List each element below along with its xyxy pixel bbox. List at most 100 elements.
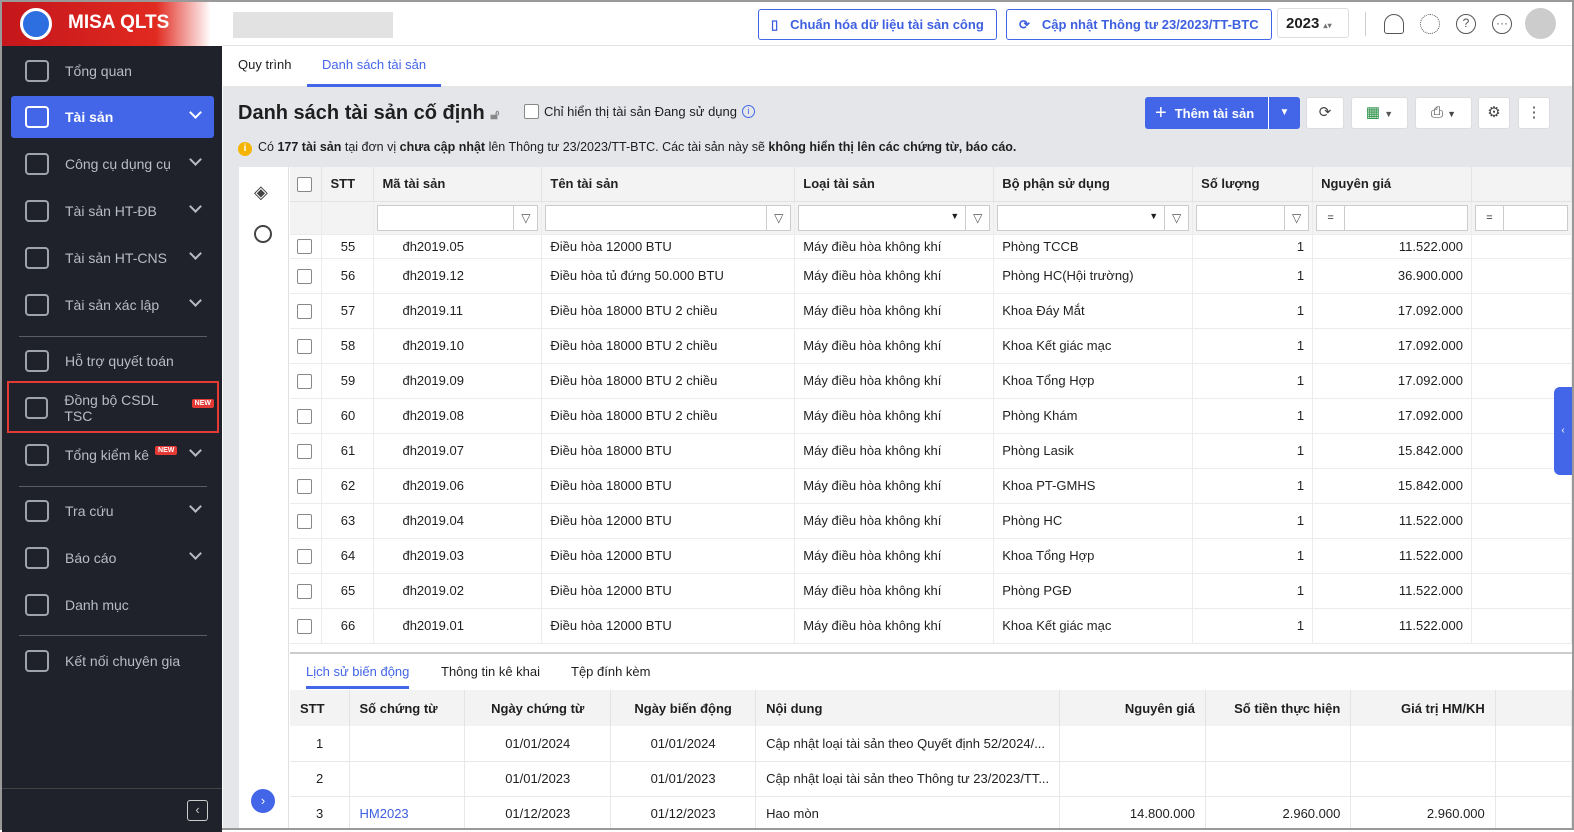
row-checkbox[interactable] — [297, 513, 312, 529]
column-header[interactable]: Tên tài sản — [541, 167, 796, 202]
refresh-button[interactable]: ⟳ — [1306, 97, 1344, 129]
row-select[interactable] — [290, 538, 323, 574]
filter-icon[interactable]: ▽ — [1164, 205, 1188, 230]
detail-column-header[interactable]: Ngày chứng từ — [464, 690, 612, 726]
sidebar-item[interactable]: Báo cáo — [11, 537, 214, 579]
detail-column-header[interactable]: Giá trị HM/KH — [1350, 690, 1496, 726]
row-select[interactable] — [290, 258, 323, 294]
row-checkbox[interactable] — [297, 268, 312, 284]
row-checkbox[interactable] — [297, 239, 312, 255]
table-row[interactable]: 66 đh2019.01 Điều hòa 12000 BTU Máy điều hò… — [290, 608, 1572, 644]
filter-input[interactable]: ▽ — [545, 204, 792, 231]
sidebar-item[interactable]: Tài sản HT-ĐB — [11, 190, 214, 232]
logo[interactable]: MISA QLTS — [2, 2, 222, 46]
sidebar-item[interactable]: Hỗ trợ quyết toán — [11, 340, 214, 382]
table-row[interactable]: 65 đh2019.02 Điều hòa 12000 BTU Máy điều hò… — [290, 573, 1572, 609]
detail-tab[interactable]: Thông tin kê khai — [441, 664, 540, 679]
detail-cell[interactable] — [349, 761, 466, 797]
side-panel-toggle[interactable]: ‹ — [1554, 387, 1572, 475]
sidebar-item[interactable]: Kết nối chuyên gia — [11, 640, 214, 682]
row-checkbox[interactable] — [297, 548, 312, 564]
column-header[interactable]: Số lượng — [1192, 167, 1314, 202]
select-all[interactable] — [290, 167, 323, 202]
only-in-use-checkbox[interactable] — [524, 104, 539, 119]
bell-icon[interactable] — [1384, 14, 1404, 34]
row-checkbox[interactable] — [297, 583, 312, 599]
row-select[interactable] — [290, 608, 323, 644]
filter-input[interactable]: ▼ ▽ — [798, 204, 991, 231]
detail-cell[interactable] — [349, 726, 466, 762]
table-row[interactable]: 64 đh2019.03 Điều hòa 12000 BTU Máy điều hò… — [290, 538, 1572, 574]
tab-asset-list[interactable]: Danh sách tài sản — [307, 47, 442, 87]
table-row[interactable]: 61 đh2019.07 Điều hòa 18000 BTU Máy điều hò… — [290, 433, 1572, 469]
chevron-down-icon[interactable] — [189, 547, 202, 560]
row-select[interactable] — [290, 234, 323, 259]
row-select[interactable] — [290, 328, 323, 364]
chevron-down-icon[interactable] — [189, 106, 202, 119]
row-checkbox[interactable] — [297, 408, 312, 424]
sidebar-item[interactable]: Tổng kiểm kê NEW — [11, 434, 214, 476]
filter-input[interactable]: = — [1316, 204, 1468, 231]
filter-input[interactable]: ▼ ▽ — [997, 204, 1190, 231]
table-row[interactable]: 62 đh2019.06 Điều hòa 18000 BTU Máy điều hò… — [290, 468, 1572, 504]
detail-tab[interactable]: Tệp đính kèm — [571, 664, 651, 679]
expand-button[interactable]: › — [251, 789, 275, 813]
year-select[interactable]: 2023 ▴▾ — [1277, 8, 1349, 38]
row-checkbox[interactable] — [297, 478, 312, 494]
avatar[interactable] — [1525, 8, 1556, 39]
chevron-down-icon[interactable] — [189, 294, 202, 307]
more-options-button[interactable]: ⋮ — [1518, 97, 1550, 129]
help-icon[interactable]: ? — [1456, 14, 1476, 34]
sidebar-item[interactable]: Danh mục — [11, 584, 214, 626]
column-header[interactable]: Bộ phận sử dụng — [993, 167, 1194, 202]
row-checkbox[interactable] — [297, 618, 312, 634]
sidebar-item[interactable]: Tài sản — [11, 96, 214, 138]
table-row[interactable]: 55 đh2019.05 Điều hòa 12000 BTU Máy điều hò… — [290, 234, 1572, 259]
row-select[interactable] — [290, 573, 323, 609]
detail-column-header[interactable]: Số tiền thực hiện — [1205, 690, 1352, 726]
row-checkbox[interactable] — [297, 373, 312, 389]
operator-button[interactable]: = — [1476, 205, 1504, 230]
detail-row[interactable]: 1 01/01/2024 01/01/2024 Cập nhật loại tài s… — [290, 726, 1572, 762]
table-row[interactable]: 63 đh2019.04 Điều hòa 12000 BTU Máy điều hò… — [290, 503, 1572, 539]
chevron-down-icon[interactable] — [189, 444, 202, 457]
row-select[interactable] — [290, 398, 323, 434]
table-row[interactable]: 59 đh2019.09 Điều hòa 18000 BTU 2 chiều Máy… — [290, 363, 1572, 399]
row-select[interactable] — [290, 293, 323, 329]
sidebar-item[interactable]: Tài sản HT-CNS — [11, 237, 214, 279]
column-header[interactable]: Nguyên giá — [1312, 167, 1472, 202]
add-asset-button[interactable]: + Thêm tài sản ▼ — [1145, 97, 1300, 129]
detail-column-header[interactable]: Ngày biến động — [610, 690, 757, 726]
column-header[interactable]: STT — [321, 167, 375, 202]
row-select[interactable] — [290, 363, 323, 399]
filter-icon[interactable]: ▽ — [1284, 205, 1308, 230]
gear-icon[interactable] — [1420, 14, 1440, 34]
tab-process[interactable]: Quy trình — [238, 47, 291, 87]
detail-column-header[interactable]: Nguyên giá — [1059, 690, 1206, 726]
filter-icon[interactable]: ▽ — [965, 205, 989, 230]
filter-input[interactable]: = — [1475, 204, 1568, 231]
search-icon[interactable] — [254, 225, 272, 243]
dropdown-icon[interactable]: ▼ — [950, 211, 959, 221]
row-checkbox[interactable] — [297, 443, 312, 459]
chevron-down-icon[interactable] — [189, 247, 202, 260]
sidebar-item[interactable]: Tổng quan — [11, 50, 214, 92]
update-circular-button[interactable]: ⟳ Cập nhật Thông tư 23/2023/TT-BTC — [1006, 9, 1272, 40]
chevron-down-icon[interactable] — [189, 153, 202, 166]
detail-row[interactable]: 2 01/01/2023 01/01/2023 Cập nhật loại tài s… — [290, 761, 1572, 797]
more-icon[interactable]: ··· — [1492, 14, 1512, 34]
only-in-use-filter[interactable]: Chỉ hiển thị tài sản Đang sử dụng i — [524, 104, 755, 119]
standardize-data-button[interactable]: ▯ Chuẩn hóa dữ liệu tài sản công — [758, 9, 997, 40]
unlock-icon[interactable]: 🔓︎ — [490, 106, 499, 122]
collapse-sidebar-button[interactable]: ‹ — [187, 800, 208, 821]
row-checkbox[interactable] — [297, 338, 312, 354]
filter-icon[interactable]: ▽ — [766, 205, 790, 230]
chevron-down-icon[interactable] — [189, 500, 202, 513]
row-checkbox[interactable] — [297, 303, 312, 319]
detail-column-header[interactable]: Số chứng từ — [349, 690, 466, 726]
table-row[interactable]: 58 đh2019.10 Điều hòa 18000 BTU 2 chiều Máy… — [290, 328, 1572, 364]
row-select[interactable] — [290, 468, 323, 504]
table-row[interactable]: 60 đh2019.08 Điều hòa 18000 BTU 2 chiều Máy… — [290, 398, 1572, 434]
filter-input[interactable]: ▽ — [377, 204, 539, 231]
layers-icon[interactable]: ◈ — [254, 182, 268, 203]
